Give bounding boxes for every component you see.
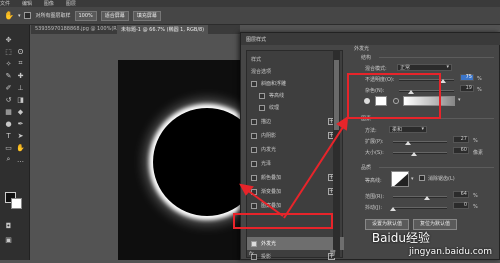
arrow-line-to-settings — [283, 123, 346, 219]
watermark-logo: Baidu经验 — [371, 231, 430, 245]
arrow-line-from-sidebar — [246, 189, 284, 217]
arrowhead-settings — [336, 116, 349, 131]
watermark-text: jingyan.baidu.com — [408, 247, 492, 257]
annotation-arrows — [239, 116, 349, 219]
